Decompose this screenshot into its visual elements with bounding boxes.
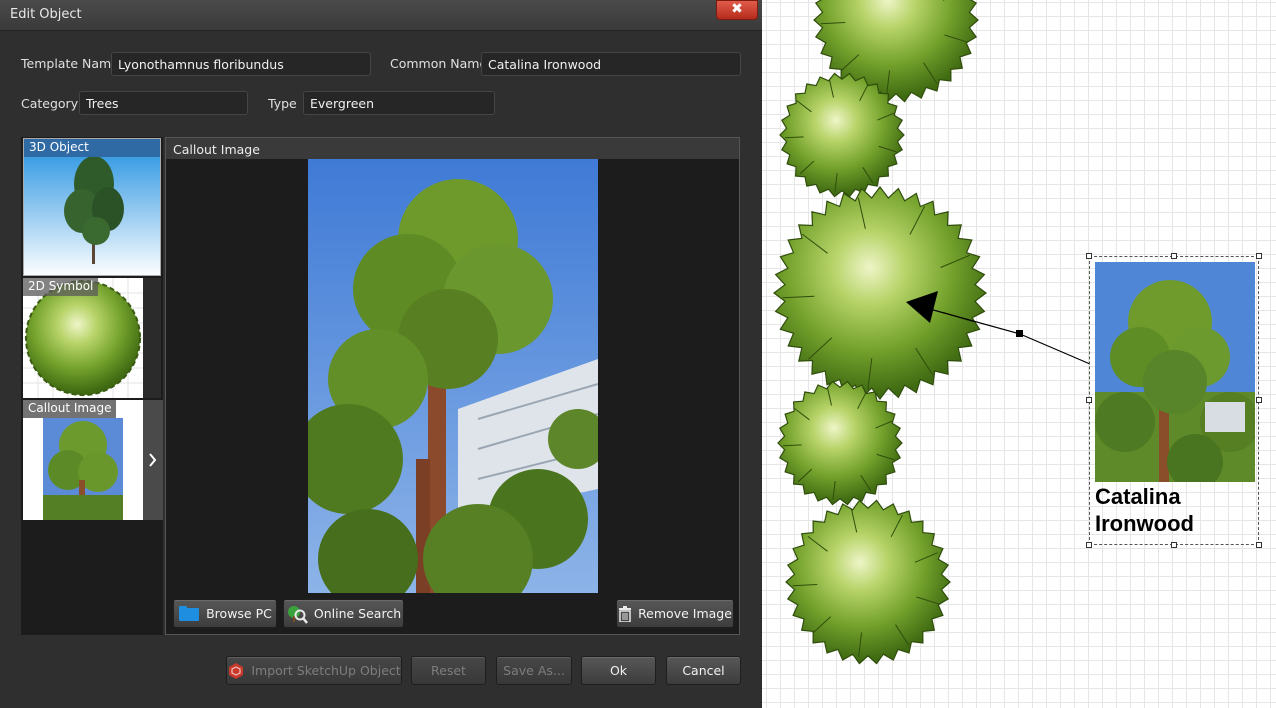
type-label: Type [268, 96, 297, 111]
tab-callout-image[interactable]: Callout Image [23, 400, 161, 520]
reset-label: Reset [431, 663, 466, 678]
resize-handle-nw[interactable] [1086, 253, 1092, 259]
category-field[interactable]: Trees [79, 91, 248, 115]
preview-title: Callout Image [166, 138, 739, 159]
callout-label: Catalina Ironwood [1095, 483, 1260, 537]
callout-label-line1: Catalina [1095, 484, 1181, 509]
save-as-label: Save As... [503, 663, 565, 678]
tabs-expand-strip[interactable] [143, 400, 163, 520]
ok-button[interactable]: Ok [581, 656, 656, 685]
close-icon: ✖ [731, 1, 743, 17]
type-field[interactable]: Evergreen [303, 91, 495, 115]
edit-object-dialog: Edit Object ✖ Template Name Lyonothamnus… [0, 0, 762, 708]
tab-3d-object-label: 3D Object [24, 139, 160, 157]
resize-handle-s[interactable] [1171, 542, 1177, 548]
trash-icon [619, 605, 632, 622]
chevron-right-icon [149, 453, 157, 467]
online-search-label: Online Search [313, 606, 402, 621]
dialog-titlebar[interactable]: Edit Object ✖ [0, 0, 762, 31]
tab-callout-image-label: Callout Image [23, 400, 117, 418]
sketchup-icon [229, 662, 244, 679]
3d-object-thumbnail [24, 139, 160, 275]
tree-symbol-large[interactable] [773, 186, 987, 400]
import-sketchup-label: Import SketchUp Object [251, 663, 401, 678]
resize-handle-sw[interactable] [1086, 542, 1092, 548]
reset-button[interactable]: Reset [411, 656, 486, 685]
resize-handle-ne[interactable] [1256, 253, 1262, 259]
online-search-button[interactable]: Online Search [283, 599, 404, 628]
callout-photo [1095, 262, 1255, 482]
template-name-field[interactable]: Lyonothamnus floribundus [111, 52, 371, 76]
resize-handle-se[interactable] [1256, 542, 1262, 548]
callout-image-preview: Callout Image Browse PC Online Search Re… [165, 137, 740, 635]
dialog-title: Edit Object [10, 7, 82, 22]
cancel-button[interactable]: Cancel [666, 656, 741, 685]
tab-2d-symbol[interactable]: 2D Symbol [23, 278, 161, 398]
tab-2d-symbol-label: 2D Symbol [23, 278, 99, 296]
resize-handle-w[interactable] [1086, 397, 1092, 403]
remove-image-label: Remove Image [638, 606, 732, 621]
callout-photo-preview [308, 159, 598, 593]
cancel-label: Cancel [682, 663, 725, 678]
ok-label: Ok [609, 663, 628, 678]
browse-pc-button[interactable]: Browse PC [173, 599, 277, 628]
save-as-button[interactable]: Save As... [496, 656, 572, 685]
resize-handle-e[interactable] [1256, 397, 1262, 403]
leader-vertex-handle [1016, 330, 1023, 337]
import-sketchup-button[interactable]: Import SketchUp Object [226, 656, 402, 685]
2d-symbol-thumbnail [23, 278, 161, 398]
view-tabs-panel: 3D Object 2D Symbol Callout Image [21, 137, 163, 635]
callout-image-thumbnail [23, 400, 143, 520]
tree-symbol-bottom[interactable] [785, 499, 951, 665]
close-button[interactable]: ✖ [716, 0, 758, 20]
tree-symbol-4[interactable] [777, 380, 903, 506]
callout-box[interactable]: Catalina Ironwood [1089, 256, 1259, 545]
tab-3d-object[interactable]: 3D Object [23, 138, 161, 276]
common-name-label: Common Name [390, 56, 488, 71]
common-name-field[interactable]: Catalina Ironwood [481, 52, 741, 76]
folder-icon [179, 605, 200, 621]
category-label: Category [21, 96, 79, 111]
callout-label-line2: Ironwood [1095, 511, 1194, 536]
remove-image-button[interactable]: Remove Image [616, 599, 734, 628]
plan-canvas[interactable]: Catalina Ironwood [762, 0, 1276, 708]
tree-search-icon [287, 605, 308, 624]
resize-handle-n[interactable] [1171, 253, 1177, 259]
template-name-label: Template Name [21, 56, 119, 71]
browse-pc-label: Browse PC [206, 606, 272, 621]
